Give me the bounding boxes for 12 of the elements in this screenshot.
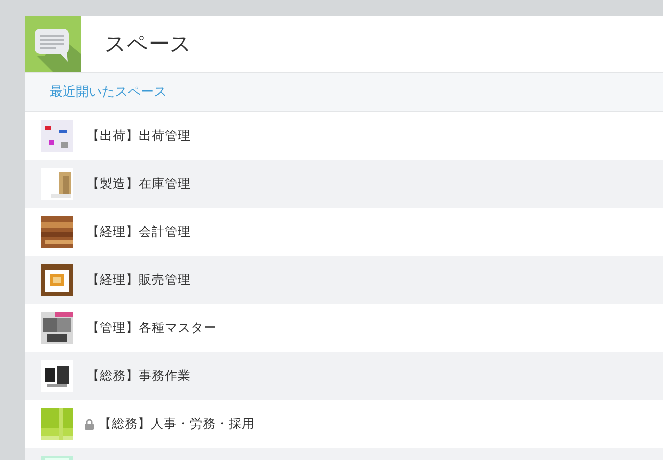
space-name: 【経理】会計管理: [87, 224, 191, 240]
space-name: 【経理】販売管理: [87, 272, 191, 288]
space-name: 【出荷】出荷管理: [87, 128, 191, 144]
space-name: 【総務】事務作業: [87, 368, 191, 384]
space-name: 【総務】人事・労務・採用: [99, 416, 255, 432]
space-name: 【管理】各種マスター: [87, 320, 217, 336]
page-title: スペース: [105, 31, 192, 58]
section-heading: 最近開いたスペース: [50, 84, 167, 101]
space-item[interactable]: 【経理】販売管理: [25, 256, 663, 304]
space-item[interactable]: 【総務】事務作業: [25, 352, 663, 400]
space-name: 【製造】在庫管理: [87, 176, 191, 192]
space-item[interactable]: 【製造】在庫管理: [25, 160, 663, 208]
